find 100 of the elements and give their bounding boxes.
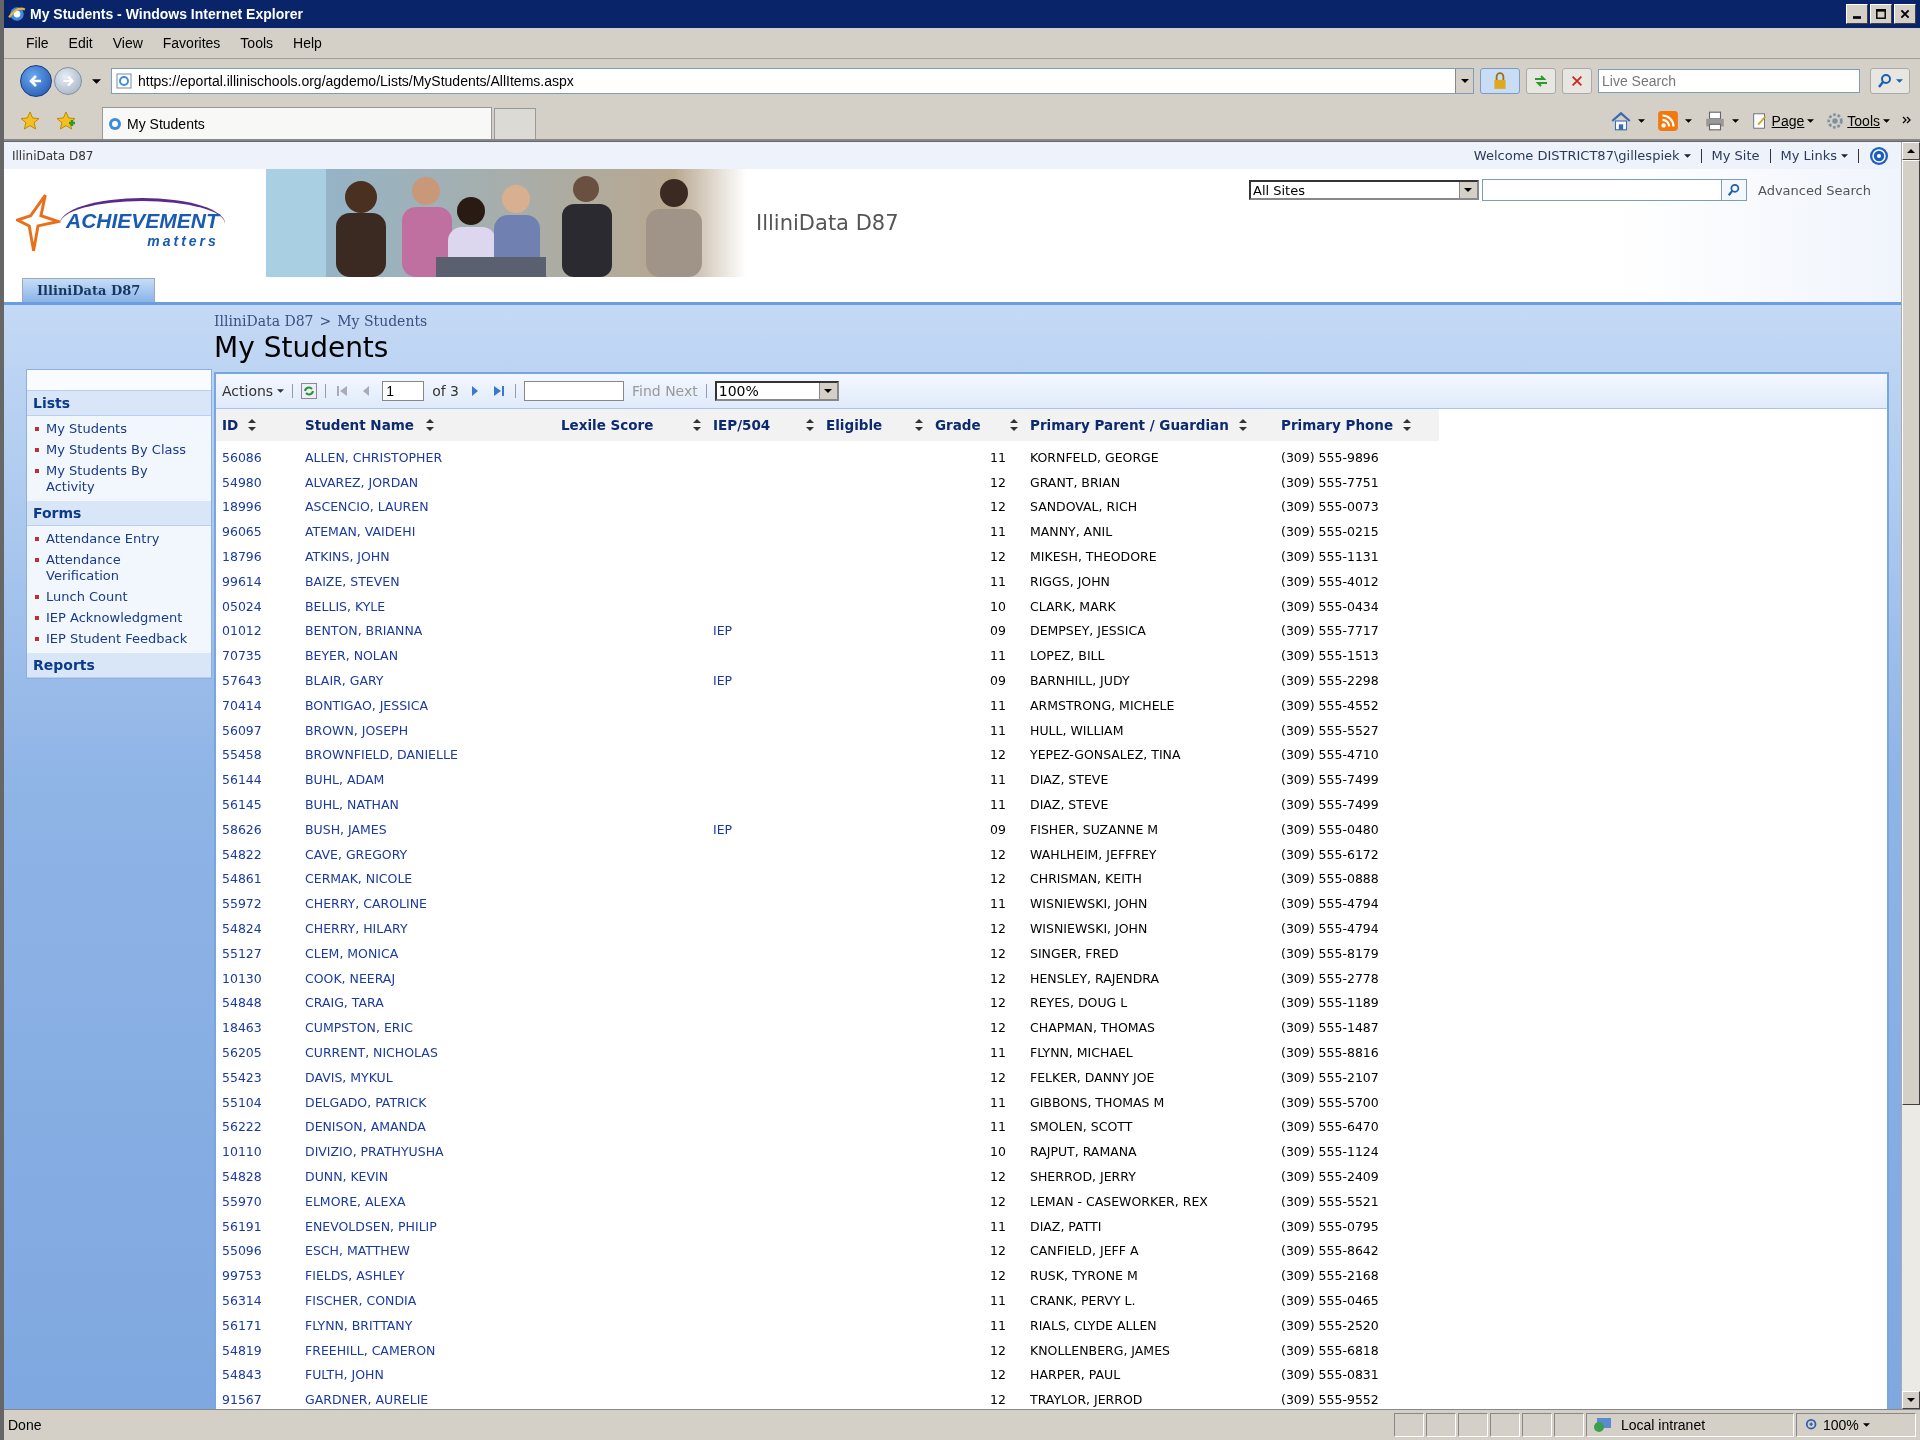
student-link[interactable]: ALLEN, CHRISTOPHER (305, 449, 443, 465)
caret-icon[interactable] (1731, 119, 1739, 123)
column-header[interactable]: ID (222, 417, 239, 433)
scroll-up-button[interactable] (1902, 142, 1920, 160)
close-button[interactable] (1894, 4, 1916, 24)
student-link[interactable]: BENTON, BRIANNA (305, 623, 423, 639)
student-link[interactable]: CAVE, GREGORY (305, 846, 408, 862)
caret-icon[interactable] (1637, 119, 1645, 123)
student-link[interactable]: BLAIR, GARY (305, 673, 384, 689)
student-link[interactable]: BUHL, NATHAN (305, 797, 399, 813)
star-icon[interactable] (20, 111, 40, 131)
stop-button[interactable] (1562, 68, 1592, 94)
student-link[interactable]: CURRENT, NICHOLAS (305, 1045, 438, 1060)
student-link[interactable]: BEYER, NOLAN (305, 648, 398, 664)
menu-item[interactable]: File (20, 33, 55, 53)
scroll-thumb[interactable] (1902, 160, 1920, 1105)
my-links-menu[interactable]: My Links (1780, 148, 1848, 163)
student-link[interactable]: DAVIS, MYKUL (305, 1069, 393, 1085)
student-link[interactable]: CHERRY, CAROLINE (305, 896, 427, 912)
student-link[interactable]: BELLIS, KYLE (305, 598, 386, 614)
student-link[interactable]: CHERRY, HILARY (305, 921, 408, 937)
welcome-menu[interactable]: Welcome DISTRICT87\gillespiek (1473, 148, 1691, 163)
student-link[interactable]: BUHL, ADAM (305, 772, 385, 788)
student-link[interactable]: DIVIZIO, PRATHYUSHA (305, 1144, 444, 1160)
nav-link[interactable]: IEP Student Feedback (46, 631, 188, 647)
scope-dropdown[interactable]: All Sites (1249, 180, 1479, 200)
breadcrumb-link[interactable]: My Students (337, 313, 428, 329)
site-name[interactable]: IlliniData D87 (12, 148, 94, 163)
dropdown-button[interactable] (1459, 182, 1477, 198)
student-link[interactable]: BROWNFIELD, DANIELLE (305, 747, 458, 763)
nav-link[interactable]: Attendance Entry (46, 531, 160, 547)
sort-icon[interactable] (1403, 419, 1412, 431)
printer-icon[interactable] (1703, 110, 1726, 132)
home-icon[interactable] (1609, 110, 1632, 132)
student-link[interactable]: FIELDS, ASHLEY (305, 1268, 405, 1284)
scroll-down-button[interactable] (1902, 1391, 1920, 1409)
my-site-link[interactable]: My Site (1711, 148, 1760, 163)
back-button[interactable] (20, 65, 52, 97)
caret-icon[interactable] (1684, 119, 1692, 123)
chevron-icon[interactable] (1902, 116, 1912, 124)
find-field[interactable] (524, 381, 624, 401)
sort-icon[interactable] (1238, 419, 1247, 431)
student-link[interactable]: FULTH, JOHN (305, 1367, 384, 1383)
student-link[interactable]: ELMORE, ALEXA (305, 1193, 406, 1209)
student-link[interactable]: DUNN, KEVIN (305, 1169, 389, 1184)
advanced-search-link[interactable]: Advanced Search (1758, 182, 1871, 198)
search-button[interactable] (1870, 68, 1910, 94)
site-search-field[interactable] (1482, 179, 1722, 201)
page-number-field[interactable]: 1 (382, 381, 425, 401)
menu-item[interactable]: View (106, 33, 149, 53)
student-link[interactable]: ATEMAN, VAIDEHI (305, 524, 416, 540)
student-link[interactable]: DENISON, AMANDA (305, 1119, 426, 1135)
student-link[interactable]: ASCENCIO, LAUREN (305, 499, 429, 515)
zoom-control[interactable]: 100% (1796, 1413, 1916, 1437)
student-link[interactable]: BROWN, JOSEPH (305, 722, 409, 738)
student-link[interactable]: BAIZE, STEVEN (305, 573, 400, 589)
section-heading[interactable]: Reports (27, 653, 211, 678)
student-link[interactable]: BUSH, JAMES (305, 821, 387, 837)
menu-item[interactable]: Help (287, 33, 328, 53)
student-link[interactable]: ATKINS, JOHN (305, 549, 390, 565)
search-field[interactable]: Live Search (1598, 69, 1860, 93)
scrollbar[interactable] (1901, 142, 1920, 1409)
nav-link[interactable]: My Students By Class (46, 442, 187, 458)
student-link[interactable]: GARDNER, AURELIE (305, 1392, 429, 1408)
page-menu[interactable]: Page (1750, 112, 1815, 130)
sort-icon[interactable] (426, 419, 434, 431)
maximize-button[interactable] (1870, 4, 1892, 24)
last-page-icon[interactable] (491, 383, 507, 399)
student-link[interactable]: ALVAREZ, JORDAN (305, 474, 419, 490)
sort-icon[interactable] (806, 419, 814, 431)
nav-link[interactable]: My Students By Activity (46, 463, 196, 495)
menu-item[interactable]: Favorites (156, 33, 227, 53)
dropdown-button[interactable] (1455, 69, 1473, 93)
actions-menu[interactable]: Actions (222, 383, 285, 399)
refresh-button[interactable] (1526, 68, 1556, 94)
nav-link[interactable]: My Students (46, 421, 127, 437)
student-link[interactable]: DELGADO, PATRICK (305, 1094, 427, 1110)
student-link[interactable]: BONTIGAO, JESSICA (305, 697, 429, 713)
sort-icon[interactable] (1010, 419, 1018, 431)
student-link[interactable]: CUMPSTON, ERIC (305, 1020, 413, 1036)
sort-icon[interactable] (915, 419, 923, 431)
student-link[interactable]: CERMAK, NICOLE (305, 871, 413, 887)
student-link[interactable]: FISCHER, CONDIA (305, 1293, 417, 1308)
tools-menu[interactable]: Tools (1826, 112, 1890, 130)
nav-link[interactable]: Attendance Verification (46, 552, 196, 584)
section-heading[interactable]: Lists (27, 391, 211, 416)
zoom-dropdown[interactable]: 100% (714, 381, 839, 401)
help-icon[interactable] (1869, 145, 1889, 166)
student-link[interactable]: FREEHILL, CAMERON (305, 1342, 436, 1358)
student-link[interactable]: FLYNN, BRITTANY (305, 1317, 413, 1333)
nav-link[interactable]: IEP Acknowledgment (46, 610, 183, 626)
student-link[interactable]: CLEM, MONICA (305, 945, 399, 961)
student-link[interactable]: CRAIG, TARA (305, 995, 384, 1011)
dropdown-button[interactable] (818, 383, 837, 399)
menu-item[interactable]: Edit (62, 33, 99, 53)
browser-tab[interactable]: My Students (102, 107, 492, 139)
student-link[interactable]: ESCH, MATTHEW (305, 1243, 410, 1259)
nav-link[interactable]: Lunch Count (46, 589, 128, 605)
dropdown-icon[interactable] (92, 78, 101, 84)
section-heading[interactable]: Forms (27, 501, 211, 526)
